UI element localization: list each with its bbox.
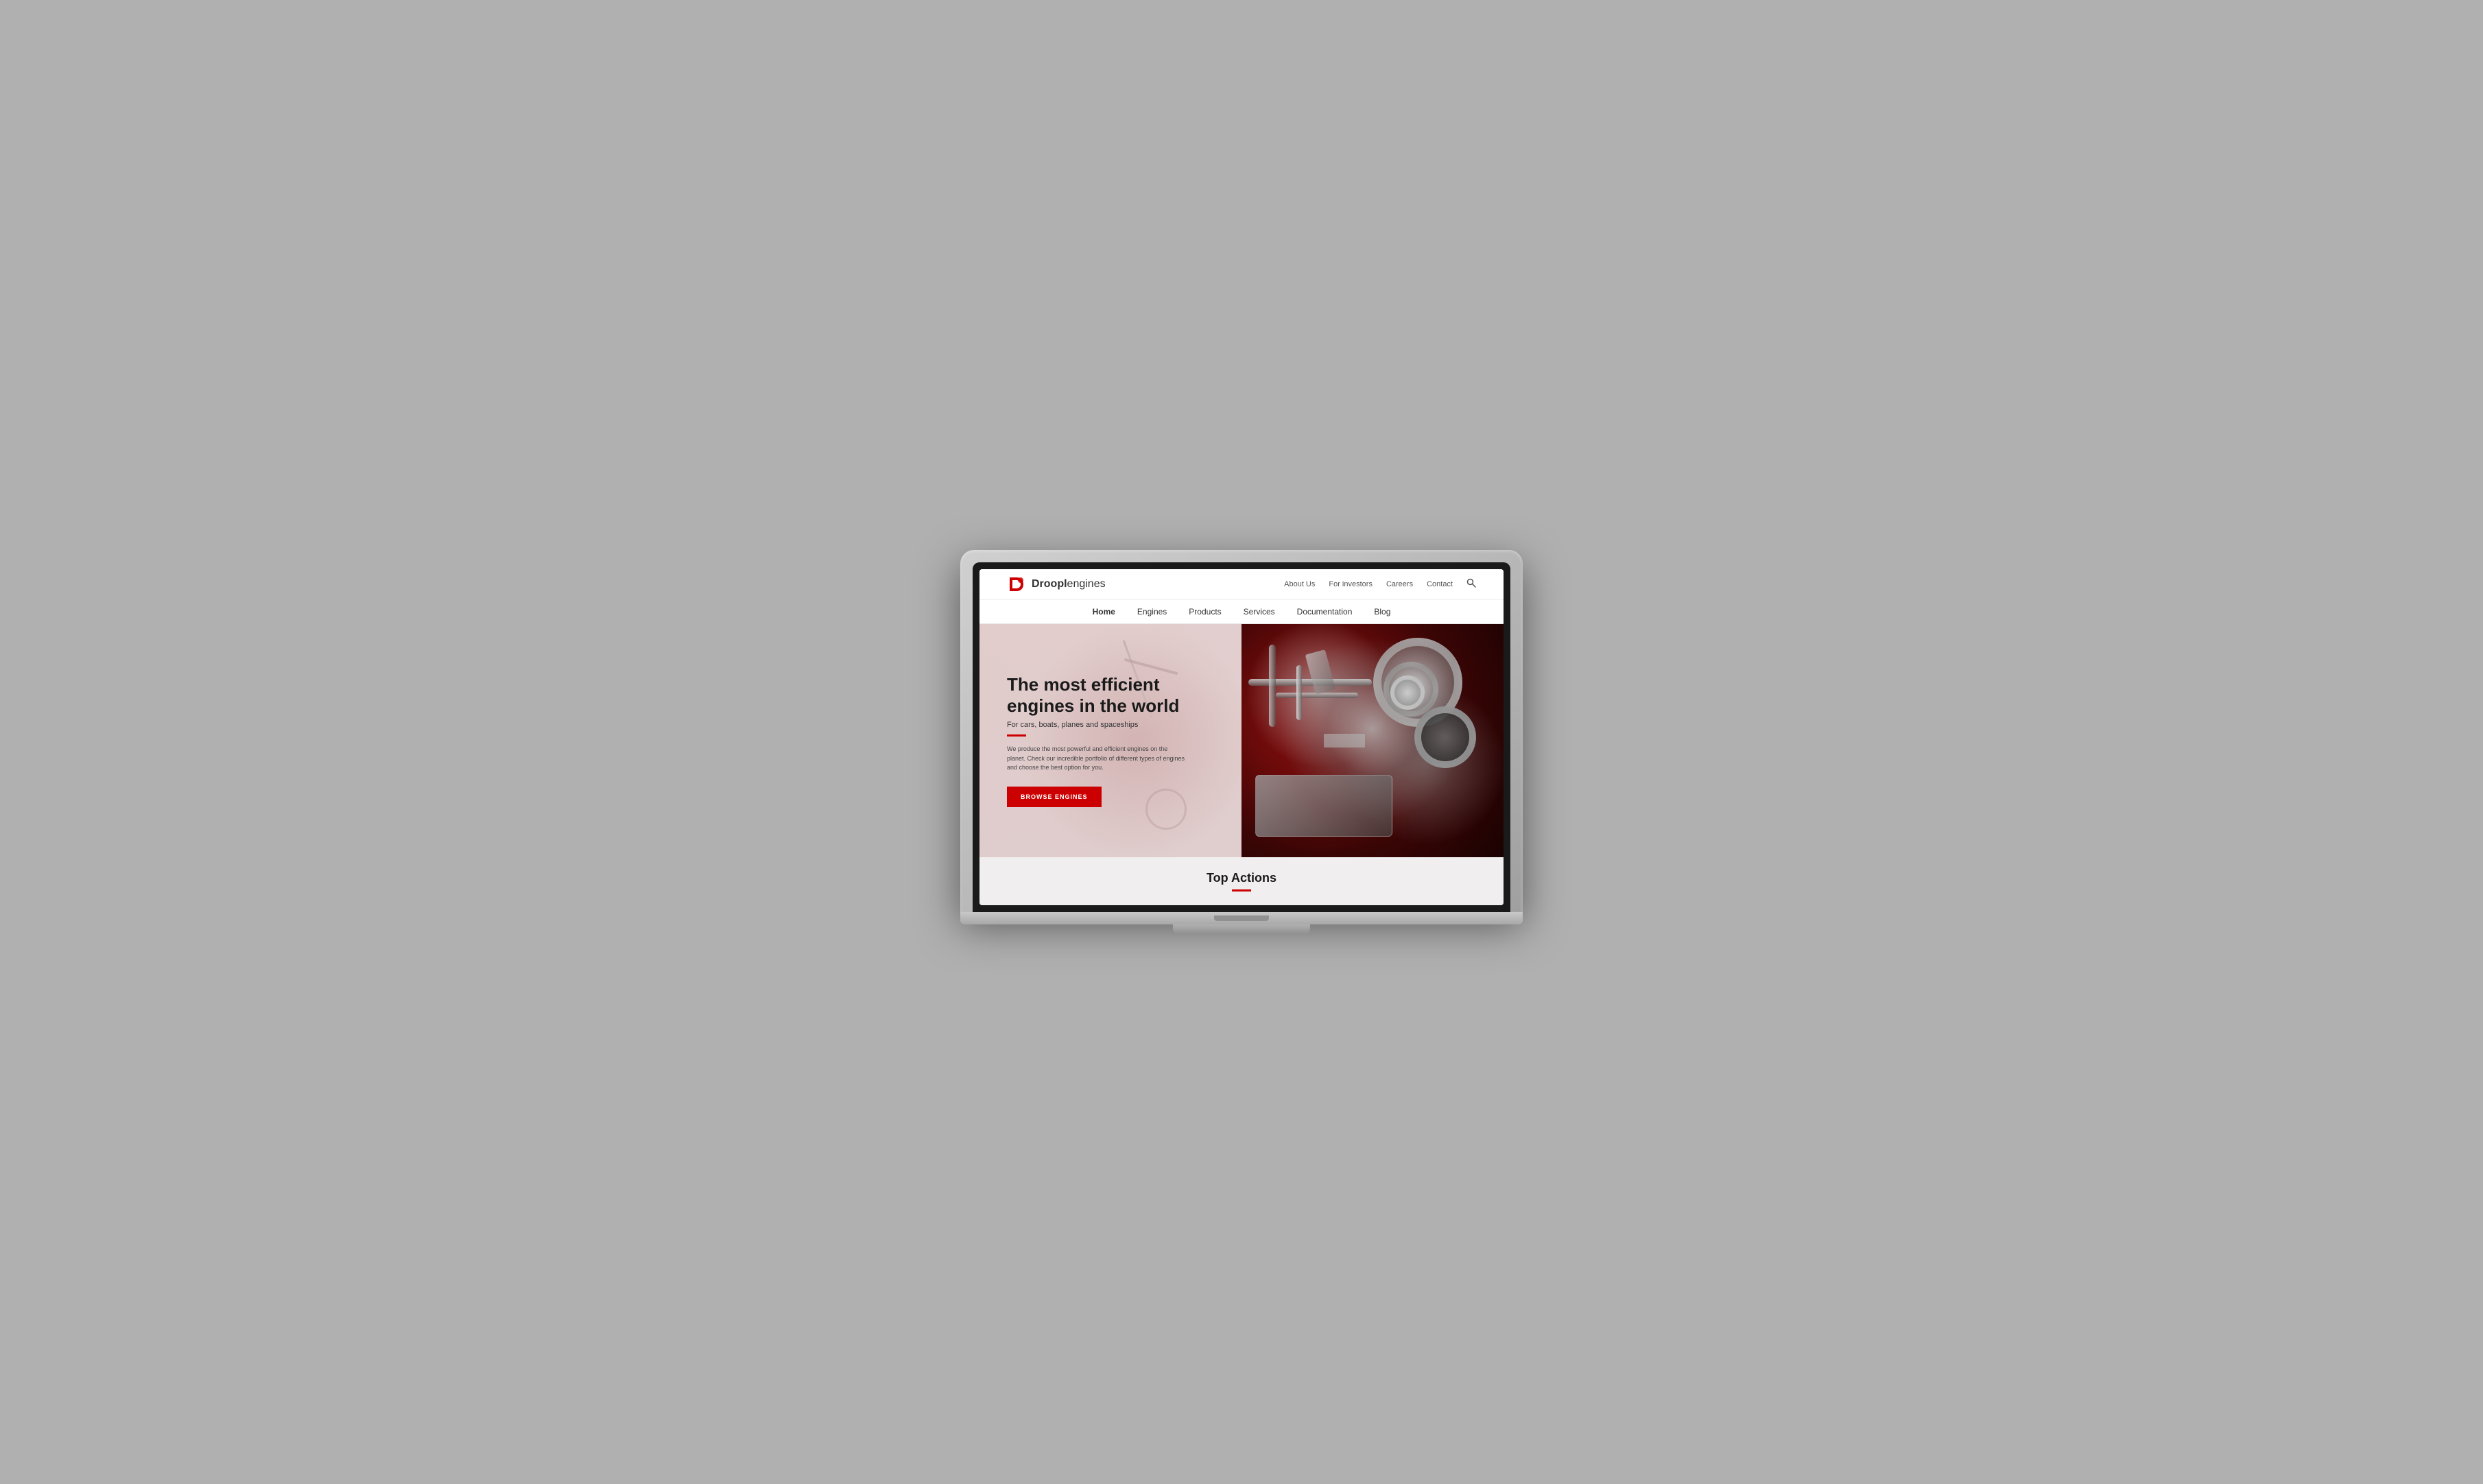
logo-icon (1007, 575, 1026, 594)
hero-divider (1007, 734, 1026, 737)
top-actions-title: Top Actions (1007, 871, 1476, 885)
engine-pipe-vertical-1 (1269, 645, 1276, 727)
engine-detail-2 (1324, 734, 1365, 747)
laptop-notch (1214, 915, 1269, 921)
top-nav-careers[interactable]: Careers (1386, 580, 1413, 588)
browse-engines-button[interactable]: BROWSE ENGINES (1007, 787, 1102, 807)
top-actions-underline (1232, 889, 1251, 891)
logo-area: Drooplengines (1007, 575, 1106, 594)
top-nav-about[interactable]: About Us (1284, 580, 1315, 588)
main-nav: Home Engines Products Services Documenta… (979, 600, 1504, 623)
top-nav: About Us For investors Careers Contact (1284, 578, 1476, 591)
screen-bezel: Drooplengines About Us For investors Car… (973, 562, 1510, 912)
nav-services[interactable]: Services (1244, 607, 1275, 617)
site-header: Drooplengines About Us For investors Car… (979, 569, 1504, 624)
top-actions-section: Top Actions (979, 857, 1504, 905)
engine-pipe-vertical-2 (1296, 665, 1302, 720)
nav-products[interactable]: Products (1189, 607, 1221, 617)
search-icon[interactable] (1466, 578, 1476, 591)
laptop-outer: Drooplengines About Us For investors Car… (960, 550, 1523, 912)
hero-description: We produce the most powerful and efficie… (1007, 745, 1185, 773)
nav-engines[interactable]: Engines (1137, 607, 1167, 617)
engine-intake (1414, 706, 1476, 768)
screen: Drooplengines About Us For investors Car… (979, 569, 1504, 905)
engine-detail-1 (1305, 649, 1336, 695)
engine-block (1255, 775, 1392, 837)
hero-section: The most efficient engines in the world … (979, 624, 1504, 857)
hero-content: The most efficient engines in the world … (1007, 674, 1214, 807)
logo-text: Drooplengines (1032, 578, 1106, 590)
nav-blog[interactable]: Blog (1374, 607, 1390, 617)
top-nav-contact[interactable]: Contact (1427, 580, 1453, 588)
nav-documentation[interactable]: Documentation (1297, 607, 1353, 617)
engine-visual (1242, 624, 1504, 857)
hero-subtitle: For cars, boats, planes and spaceships (1007, 721, 1214, 729)
hero-title: The most efficient engines in the world (1007, 674, 1214, 717)
engine-pipe-horizontal-1 (1248, 679, 1372, 686)
engine-circle-small (1390, 675, 1425, 710)
hero-left: The most efficient engines in the world … (979, 624, 1242, 857)
engine-parts (1242, 624, 1504, 857)
top-nav-investors[interactable]: For investors (1329, 580, 1373, 588)
top-bar: Drooplengines About Us For investors Car… (979, 569, 1504, 600)
laptop-base (960, 912, 1523, 924)
laptop-stand (1173, 924, 1310, 934)
laptop-wrapper: Drooplengines About Us For investors Car… (933, 550, 1550, 934)
nav-home[interactable]: Home (1093, 607, 1115, 617)
hero-right (1242, 624, 1504, 857)
